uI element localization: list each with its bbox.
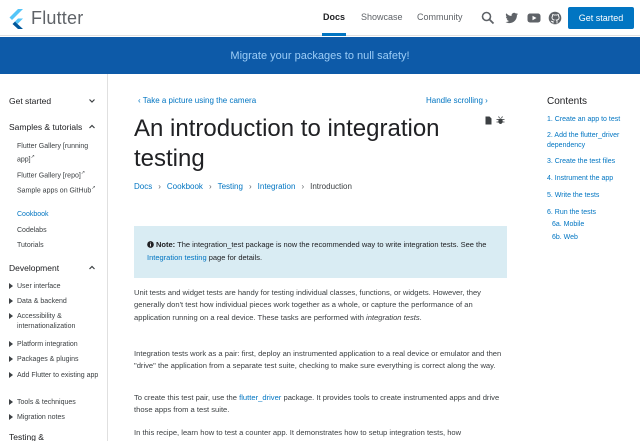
main-content: ‹ Take a picture using the camera Handle… <box>108 74 528 441</box>
breadcrumb-current: Introduction <box>310 182 352 191</box>
toc-item-1[interactable]: 1. Create an app to test <box>547 115 637 125</box>
sidebar-item-platform-integration[interactable]: Platform integration <box>9 340 105 350</box>
get-started-button[interactable]: Get started <box>568 7 634 29</box>
breadcrumb-separator-icon: › <box>158 182 161 191</box>
sidebar-section-testing[interactable]: Testing & <box>9 432 44 441</box>
breadcrumb-cookbook[interactable]: Cookbook <box>167 182 203 191</box>
sidebar-section-development[interactable]: Development <box>9 263 59 273</box>
toc-item-6[interactable]: 6. Run the tests <box>547 208 637 218</box>
sidebar-item-add-to-app[interactable]: Add Flutter to existing app <box>9 371 105 381</box>
toc-item-3[interactable]: 3. Create the test files <box>547 157 637 167</box>
toc-item-5[interactable]: 5. Write the tests <box>547 191 637 201</box>
external-link-icon: ↗ <box>80 170 86 176</box>
next-page-link[interactable]: Handle scrolling › <box>426 96 488 105</box>
sidebar-item-packages-plugins[interactable]: Packages & plugins <box>9 355 105 365</box>
sidebar-item-cookbook[interactable]: Cookbook <box>17 210 101 220</box>
toc-item-2[interactable]: 2. Add the flutter_driver dependency <box>547 131 637 151</box>
integration-testing-link[interactable]: Integration testing <box>147 253 207 262</box>
prev-page-link[interactable]: ‹ Take a picture using the camera <box>138 96 256 105</box>
breadcrumb-integration[interactable]: Integration <box>258 182 296 191</box>
note-text-end: page for details. <box>208 253 263 262</box>
paragraph-recipe: In this recipe, learn how to test a coun… <box>134 428 462 437</box>
sidebar-item-tutorials[interactable]: Tutorials <box>17 241 101 251</box>
expand-arrow-icon <box>9 356 13 363</box>
page-title: An introduction to integration testing <box>134 115 440 172</box>
toc-subitem-web[interactable]: 6b. Web <box>552 234 578 241</box>
chevron-up-icon[interactable] <box>88 123 96 131</box>
expand-arrow-icon <box>9 313 13 320</box>
toc-subitem-mobile[interactable]: 6a. Mobile <box>552 221 584 228</box>
sidebar-item-user-interface[interactable]: User interface <box>9 282 105 292</box>
expand-arrow-icon <box>9 399 13 406</box>
chevron-up-icon[interactable] <box>88 264 96 272</box>
sidebar-item-codelabs[interactable]: Codelabs <box>17 226 101 236</box>
flutter-logo[interactable]: Flutter <box>9 8 83 29</box>
sidebar-item-data-backend[interactable]: Data & backend <box>9 297 105 307</box>
chevron-down-icon[interactable] <box>88 97 96 105</box>
external-link-icon: ↗ <box>91 185 96 191</box>
breadcrumb-testing[interactable]: Testing <box>218 182 243 191</box>
sidebar-section-get-started[interactable]: Get started <box>9 96 51 106</box>
expand-arrow-icon <box>9 372 13 379</box>
toc-item-4[interactable]: 4. Instrument the app <box>547 174 637 184</box>
note-box: Note: The integration_test package is no… <box>134 226 507 278</box>
youtube-icon[interactable] <box>527 11 541 25</box>
nav-docs[interactable]: Docs <box>323 12 345 22</box>
sidebar-item-gallery-repo[interactable]: Flutter Gallery [repo]↗ <box>17 168 101 181</box>
breadcrumb-docs[interactable]: Docs <box>134 182 152 191</box>
null-safety-banner[interactable]: Migrate your packages to null safety! <box>0 37 640 74</box>
breadcrumb: Docs › Cookbook › Testing › Integration › Introd… <box>134 182 352 191</box>
paragraph-intro: Unit tests and widget tests are handy fo… <box>134 288 481 322</box>
external-link-icon: ↗ <box>30 154 35 160</box>
bug-icon[interactable] <box>496 116 505 125</box>
sidebar-item-sample-apps[interactable]: Sample apps on GitHub↗ <box>17 183 101 196</box>
flutter-driver-link[interactable]: flutter_driver <box>239 393 281 402</box>
sidebar-item-accessibility[interactable]: Accessibility & internationalization <box>9 312 105 332</box>
expand-arrow-icon <box>9 414 13 421</box>
twitter-icon[interactable] <box>505 11 519 25</box>
flutter-logo-icon <box>9 8 23 29</box>
note-label: Note: <box>156 240 176 249</box>
info-icon <box>147 241 154 248</box>
nav-showcase[interactable]: Showcase <box>361 12 403 22</box>
breadcrumb-separator-icon: › <box>301 182 305 191</box>
breadcrumb-separator-icon: › <box>248 182 252 191</box>
sidebar-item-tools-techniques[interactable]: Tools & techniques <box>9 398 105 408</box>
nav-active-indicator <box>322 33 346 36</box>
document-icon[interactable] <box>484 116 493 125</box>
expand-arrow-icon <box>9 283 13 290</box>
top-header: Flutter Docs Showcase Community Get star… <box>0 0 640 36</box>
nav-community[interactable]: Community <box>417 12 463 22</box>
expand-arrow-icon <box>9 298 13 305</box>
sidebar-item-migration-notes[interactable]: Migration notes <box>9 413 105 423</box>
github-icon[interactable] <box>548 11 562 25</box>
sidebar-section-samples[interactable]: Samples & tutorials <box>9 122 82 132</box>
sidebar-item-gallery-app[interactable]: Flutter Gallery [running app]↗ <box>17 142 101 165</box>
search-icon[interactable] <box>481 11 495 25</box>
expand-arrow-icon <box>9 341 13 348</box>
left-sidebar: Get started Samples & tutorials Flutter … <box>0 74 108 441</box>
breadcrumb-separator-icon: › <box>208 182 212 191</box>
paragraph-pair: Integration tests work as a pair: first,… <box>134 349 502 371</box>
note-text: The integration_test package is now the … <box>177 240 487 249</box>
banner-text[interactable]: Migrate your packages to null safety! <box>230 50 409 62</box>
logo-text: Flutter <box>31 8 84 28</box>
toc-title: Contents <box>547 96 588 107</box>
table-of-contents: Contents 1. Create an app to test 2. Add… <box>528 74 640 441</box>
paragraph-create: To create this test pair, use the flutte… <box>134 393 500 415</box>
